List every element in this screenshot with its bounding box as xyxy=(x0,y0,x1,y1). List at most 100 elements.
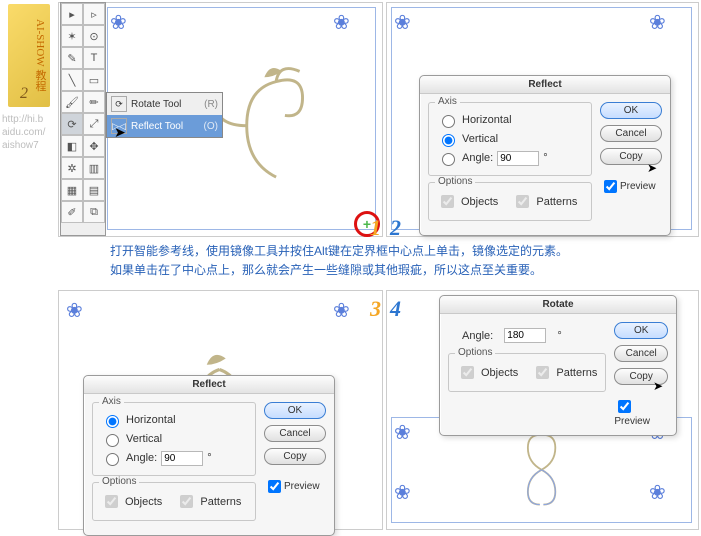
panel-4: ❀ ❀ ❀ ❀ Rotate Angle: ° Options Objects … xyxy=(386,290,699,530)
axis-group: Axis Horizontal Vertical Angle:° xyxy=(92,402,256,476)
scale-tool-icon[interactable]: ⤢ xyxy=(83,113,105,135)
patterns-checkbox xyxy=(516,195,529,208)
deg-label: ° xyxy=(557,330,561,342)
preview-label: Preview xyxy=(620,181,656,192)
floral-corner-icon: ❀ xyxy=(333,10,373,50)
selection-tool-icon[interactable]: ▸ xyxy=(61,3,83,25)
caption-line-1: 打开智能参考线，使用镜像工具并按住Alt键在定界框中心点上单击，镜像选定的元素。 xyxy=(110,244,568,258)
axis-group: Axis Horizontal Vertical Angle:° xyxy=(428,102,592,176)
angle-input[interactable] xyxy=(497,151,539,166)
watermark-url: http://hi.b aidu.com/ aishow7 xyxy=(2,113,58,152)
floral-corner-icon: ❀ xyxy=(110,10,150,50)
axis-vertical-label: Vertical xyxy=(126,433,162,445)
ok-button[interactable]: OK xyxy=(264,402,326,419)
angle-input[interactable] xyxy=(161,451,203,466)
floral-corner-icon: ❀ xyxy=(649,10,689,50)
objects-label: Objects xyxy=(125,496,162,508)
options-group: Options Objects Patterns xyxy=(448,353,606,392)
deg-label: ° xyxy=(207,452,211,464)
copy-button[interactable]: Copy xyxy=(264,448,326,465)
line-tool-icon[interactable]: ╲ xyxy=(61,69,83,91)
angle-label: Angle: xyxy=(126,452,157,464)
type-tool-icon[interactable]: T xyxy=(83,47,105,69)
patterns-label: Patterns xyxy=(200,496,241,508)
flyout-item-rotate[interactable]: ⟳ Rotate Tool (R) xyxy=(107,93,222,115)
reflect-dialog: Reflect Axis Horizontal Vertical Angle: °… xyxy=(419,75,671,236)
watermark-step-num: 2 xyxy=(20,85,28,103)
cancel-button[interactable]: Cancel xyxy=(264,425,326,442)
ok-button[interactable]: OK xyxy=(600,102,662,119)
flyout-shortcut: (R) xyxy=(204,99,218,110)
dialog-title: Reflect xyxy=(420,76,670,94)
objects-checkbox xyxy=(441,195,454,208)
eyedropper-tool-icon[interactable]: ✐ xyxy=(61,201,83,223)
reflect-dialog: Reflect Axis Horizontal Vertical Angle: °… xyxy=(83,375,335,536)
magic-wand-tool-icon[interactable]: ✶ xyxy=(61,25,83,47)
instruction-caption: 打开智能参考线，使用镜像工具并按住Alt键在定界框中心点上单击，镜像选定的元素。… xyxy=(110,242,689,280)
options-label: Options xyxy=(455,347,495,358)
objects-label: Objects xyxy=(461,196,498,208)
pencil-tool-icon[interactable]: ✏ xyxy=(83,91,105,113)
angle-label: Angle: xyxy=(462,152,493,164)
angle-input[interactable] xyxy=(504,328,546,343)
step-number-3: 3 xyxy=(370,296,381,322)
patterns-checkbox xyxy=(536,366,549,379)
axis-angle-radio[interactable] xyxy=(442,153,455,166)
preview-checkbox[interactable] xyxy=(618,400,631,413)
cancel-button[interactable]: Cancel xyxy=(600,125,662,142)
watermark-sidebar: AI-SHOW 教程 2 http://hi.b aidu.com/ aisho… xyxy=(0,0,58,300)
free-transform-tool-icon[interactable]: ✥ xyxy=(83,135,105,157)
step-number-4: 4 xyxy=(390,296,401,322)
cursor-icon: ➤ xyxy=(653,379,663,393)
watermark-label: AI-SHOW 教程 xyxy=(34,19,46,91)
dialog-title: Reflect xyxy=(84,376,334,394)
warp-tool-icon[interactable]: ◧ xyxy=(61,135,83,157)
options-label: Options xyxy=(435,176,475,187)
objects-checkbox xyxy=(105,495,118,508)
patterns-checkbox xyxy=(180,495,193,508)
direct-selection-tool-icon[interactable]: ▹ xyxy=(83,3,105,25)
step-number-2: 2 xyxy=(390,215,401,241)
axis-angle-radio[interactable] xyxy=(106,453,119,466)
symbol-sprayer-tool-icon[interactable]: ✲ xyxy=(61,157,83,179)
graph-tool-icon[interactable]: ▥ xyxy=(83,157,105,179)
axis-horizontal-label: Horizontal xyxy=(462,114,512,126)
options-group: Options Objects Patterns xyxy=(428,182,592,221)
axis-vertical-label: Vertical xyxy=(462,133,498,145)
axis-horizontal-radio[interactable] xyxy=(106,415,119,428)
pen-tool-icon[interactable]: ✎ xyxy=(61,47,83,69)
floral-corner-icon: ❀ xyxy=(394,10,434,50)
blend-tool-icon[interactable]: ⧉ xyxy=(83,201,105,223)
flyout-label: Rotate Tool xyxy=(131,99,181,110)
rotate-dialog: Rotate Angle: ° Options Objects Patterns… xyxy=(439,295,677,436)
gradient-tool-icon[interactable]: ▤ xyxy=(83,179,105,201)
axis-vertical-radio[interactable] xyxy=(106,434,119,447)
preview-checkbox[interactable] xyxy=(268,480,281,493)
mesh-tool-icon[interactable]: ▦ xyxy=(61,179,83,201)
cursor-icon: ➤ xyxy=(114,124,126,141)
rotate-icon: ⟳ xyxy=(111,96,127,112)
flyout-label: Reflect Tool xyxy=(131,121,183,132)
objects-checkbox xyxy=(461,366,474,379)
axis-label: Axis xyxy=(99,396,124,407)
axis-label: Axis xyxy=(435,96,460,107)
axis-horizontal-label: Horizontal xyxy=(126,414,176,426)
preview-checkbox[interactable] xyxy=(604,180,617,193)
cursor-icon: ➤ xyxy=(647,161,657,175)
options-group: Options Objects Patterns xyxy=(92,482,256,521)
patterns-label: Patterns xyxy=(556,367,597,379)
paintbrush-tool-icon[interactable]: 🖌 xyxy=(61,91,83,113)
cancel-button[interactable]: Cancel xyxy=(614,345,668,362)
rectangle-tool-icon[interactable]: ▭ xyxy=(83,69,105,91)
preview-label: Preview xyxy=(284,481,320,492)
deg-label: ° xyxy=(543,152,547,164)
tools-panel[interactable]: ▸▹ ✶⊙ ✎T ╲▭ 🖌✏ ⟳⤢ ◧✥ ✲▥ ▦▤ ✐⧉ xyxy=(60,2,106,236)
axis-vertical-radio[interactable] xyxy=(442,134,455,147)
rotate-tool-icon[interactable]: ⟳ xyxy=(61,113,83,135)
lasso-tool-icon[interactable]: ⊙ xyxy=(83,25,105,47)
axis-horizontal-radio[interactable] xyxy=(442,115,455,128)
options-label: Options xyxy=(99,476,139,487)
floral-swirl-full-icon xyxy=(422,424,661,516)
ok-button[interactable]: OK xyxy=(614,322,668,339)
objects-label: Objects xyxy=(481,367,518,379)
